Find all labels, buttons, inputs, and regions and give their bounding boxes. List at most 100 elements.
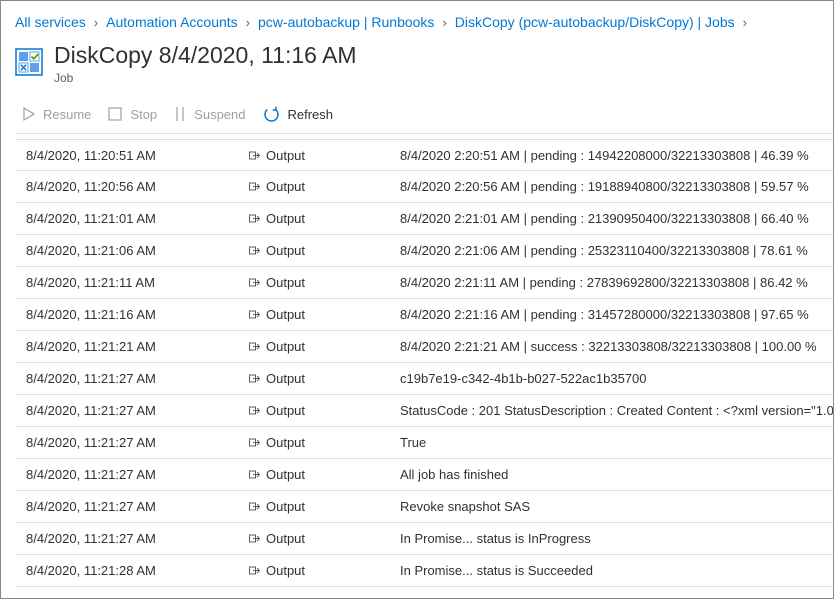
- divider: [15, 133, 833, 134]
- row-type-label: Output: [266, 339, 306, 354]
- breadcrumb-runbooks[interactable]: pcw-autobackup | Runbooks: [258, 14, 434, 30]
- chevron-right-icon: ›: [442, 14, 447, 30]
- resume-label: Resume: [43, 106, 92, 122]
- row-message: 8/4/2020 2:21:06 AM | pending : 25323110…: [400, 243, 808, 258]
- table-row[interactable]: 8/4/2020, 11:21:11 AM Output 8/4/2020 2:21…: [15, 267, 833, 299]
- table-row[interactable]: 8/4/2020, 11:21:27 AM Output StatusCode : …: [15, 395, 834, 427]
- output-icon: [249, 213, 260, 224]
- suspend-button[interactable]: Suspend: [174, 106, 246, 122]
- refresh-button[interactable]: Refresh: [263, 106, 334, 123]
- output-icon: [249, 437, 260, 448]
- row-type: Output: [249, 491, 369, 522]
- row-message: StatusCode : 201 StatusDescription : Cre…: [400, 403, 834, 418]
- breadcrumb-automation-accounts[interactable]: Automation Accounts: [106, 14, 238, 30]
- row-type-label: Output: [266, 211, 306, 226]
- page-subtitle: Job: [54, 71, 74, 85]
- row-time: 8/4/2020, 11:20:56 AM: [26, 179, 156, 194]
- table-row[interactable]: 8/4/2020, 11:20:51 AM Output 8/4/2020 2:20…: [15, 139, 833, 171]
- row-type-label: Output: [266, 179, 306, 194]
- row-message: All job has finished: [400, 467, 509, 482]
- chevron-right-icon: ›: [245, 14, 251, 30]
- output-icon: [249, 565, 260, 576]
- output-icon: [249, 469, 260, 480]
- row-type-label: Output: [266, 563, 306, 578]
- row-message: 8/4/2020 2:21:01 AM | pending : 21390950…: [400, 211, 809, 226]
- row-type-label: Output: [266, 307, 306, 322]
- row-type: Output: [249, 523, 369, 554]
- resume-button[interactable]: Resume: [23, 107, 91, 122]
- output-icon: [249, 309, 260, 320]
- suspend-label: Suspend: [194, 106, 246, 122]
- output-icon: [249, 245, 260, 256]
- row-type-label: Output: [266, 531, 306, 546]
- chevron-right-icon: ›: [742, 14, 747, 30]
- output-icon: [249, 533, 260, 544]
- output-icon: [249, 373, 260, 384]
- row-type: Output: [249, 203, 369, 234]
- row-type: Output: [249, 459, 369, 490]
- stop-label: Stop: [130, 106, 158, 122]
- output-icon: [249, 501, 260, 512]
- refresh-label: Refresh: [287, 106, 334, 122]
- table-row[interactable]: 8/4/2020, 11:21:01 AM Output 8/4/2020 2:21…: [15, 203, 833, 235]
- table-row[interactable]: 8/4/2020, 11:21:21 AM Output 8/4/2020 2:21…: [15, 331, 833, 363]
- row-message: 8/4/2020 2:21:11 AM | pending : 27839692…: [400, 275, 808, 290]
- output-icon: [249, 405, 260, 416]
- output-icon: [249, 341, 260, 352]
- table-row[interactable]: 8/4/2020, 11:20:56 AM Output 8/4/2020 2:20…: [15, 171, 833, 203]
- row-time: 8/4/2020, 11:21:28 AM: [26, 563, 156, 578]
- stop-button[interactable]: Stop: [108, 107, 157, 122]
- table-row[interactable]: 8/4/2020, 11:21:06 AM Output 8/4/2020 2:21…: [15, 235, 833, 267]
- page-header: DiskCopy 8/4/2020, 11:16 AM Job: [15, 41, 357, 85]
- row-type: Output: [249, 267, 369, 298]
- pause-icon: [174, 106, 186, 122]
- row-time: 8/4/2020, 11:21:27 AM: [26, 467, 156, 482]
- row-time: 8/4/2020, 11:21:27 AM: [26, 403, 156, 418]
- row-type-label: Output: [266, 467, 306, 482]
- row-type: Output: [249, 395, 369, 426]
- row-message: c19b7e19-c342-4b1b-b027-522ac1b35700: [400, 371, 647, 386]
- row-type-label: Output: [266, 371, 306, 386]
- table-row[interactable]: 8/4/2020, 11:21:27 AM Output All job has f…: [15, 459, 833, 491]
- row-time: 8/4/2020, 11:21:16 AM: [26, 307, 156, 322]
- row-message: In Promise... status is Succeeded: [400, 563, 593, 578]
- table-row[interactable]: 8/4/2020, 11:21:27 AM Output In Promise...…: [15, 523, 833, 555]
- row-message: Revoke snapshot SAS: [400, 499, 531, 514]
- breadcrumb-jobs[interactable]: DiskCopy (pcw-autobackup/DiskCopy) | Job…: [455, 14, 735, 30]
- row-type: Output: [249, 363, 369, 394]
- row-type: Output: [249, 331, 369, 362]
- row-time: 8/4/2020, 11:21:27 AM: [26, 371, 156, 386]
- table-row[interactable]: 8/4/2020, 11:21:27 AM Output c19b7e19-c342…: [15, 363, 833, 395]
- row-type-label: Output: [266, 499, 306, 514]
- output-icon: [249, 181, 260, 192]
- stop-icon: [108, 107, 123, 121]
- chevron-right-icon: ›: [93, 14, 99, 30]
- command-bar: Resume Stop Suspend Refresh: [23, 102, 350, 126]
- row-message: In Promise... status is InProgress: [400, 531, 591, 546]
- row-message: 8/4/2020 2:20:56 AM | pending : 19188940…: [400, 179, 809, 194]
- row-type: Output: [249, 427, 369, 458]
- breadcrumb-all-services[interactable]: All services: [15, 14, 86, 30]
- row-type-label: Output: [266, 435, 306, 450]
- table-row[interactable]: 8/4/2020, 11:21:27 AM Output True: [15, 427, 833, 459]
- row-type: Output: [249, 555, 369, 586]
- refresh-icon: [263, 106, 280, 123]
- table-row[interactable]: 8/4/2020, 11:21:27 AM Output Revoke snapsh…: [15, 491, 833, 523]
- row-time: 8/4/2020, 11:21:27 AM: [26, 499, 156, 514]
- row-time: 8/4/2020, 11:20:51 AM: [26, 148, 156, 163]
- row-time: 8/4/2020, 11:21:01 AM: [26, 211, 156, 226]
- row-type: Output: [249, 171, 369, 202]
- table-row[interactable]: 8/4/2020, 11:21:28 AM Output In Promise...…: [15, 555, 833, 587]
- row-message: 8/4/2020 2:20:51 AM | pending : 14942208…: [400, 148, 809, 163]
- output-icon: [249, 150, 260, 161]
- page-title: DiskCopy 8/4/2020, 11:16 AM: [54, 42, 357, 68]
- breadcrumb: All services › Automation Accounts › pcw…: [15, 13, 755, 31]
- job-blade: All services › Automation Accounts › pcw…: [0, 0, 834, 599]
- job-icon: [15, 47, 43, 77]
- row-type: Output: [249, 299, 369, 330]
- table-row[interactable]: 8/4/2020, 11:21:16 AM Output 8/4/2020 2:21…: [15, 299, 833, 331]
- row-message: 8/4/2020 2:21:16 AM | pending : 31457280…: [400, 307, 809, 322]
- row-time: 8/4/2020, 11:21:06 AM: [26, 243, 156, 258]
- row-time: 8/4/2020, 11:21:11 AM: [26, 275, 155, 290]
- job-output-table: 8/4/2020, 11:20:51 AM Output 8/4/2020 2:20…: [15, 139, 834, 587]
